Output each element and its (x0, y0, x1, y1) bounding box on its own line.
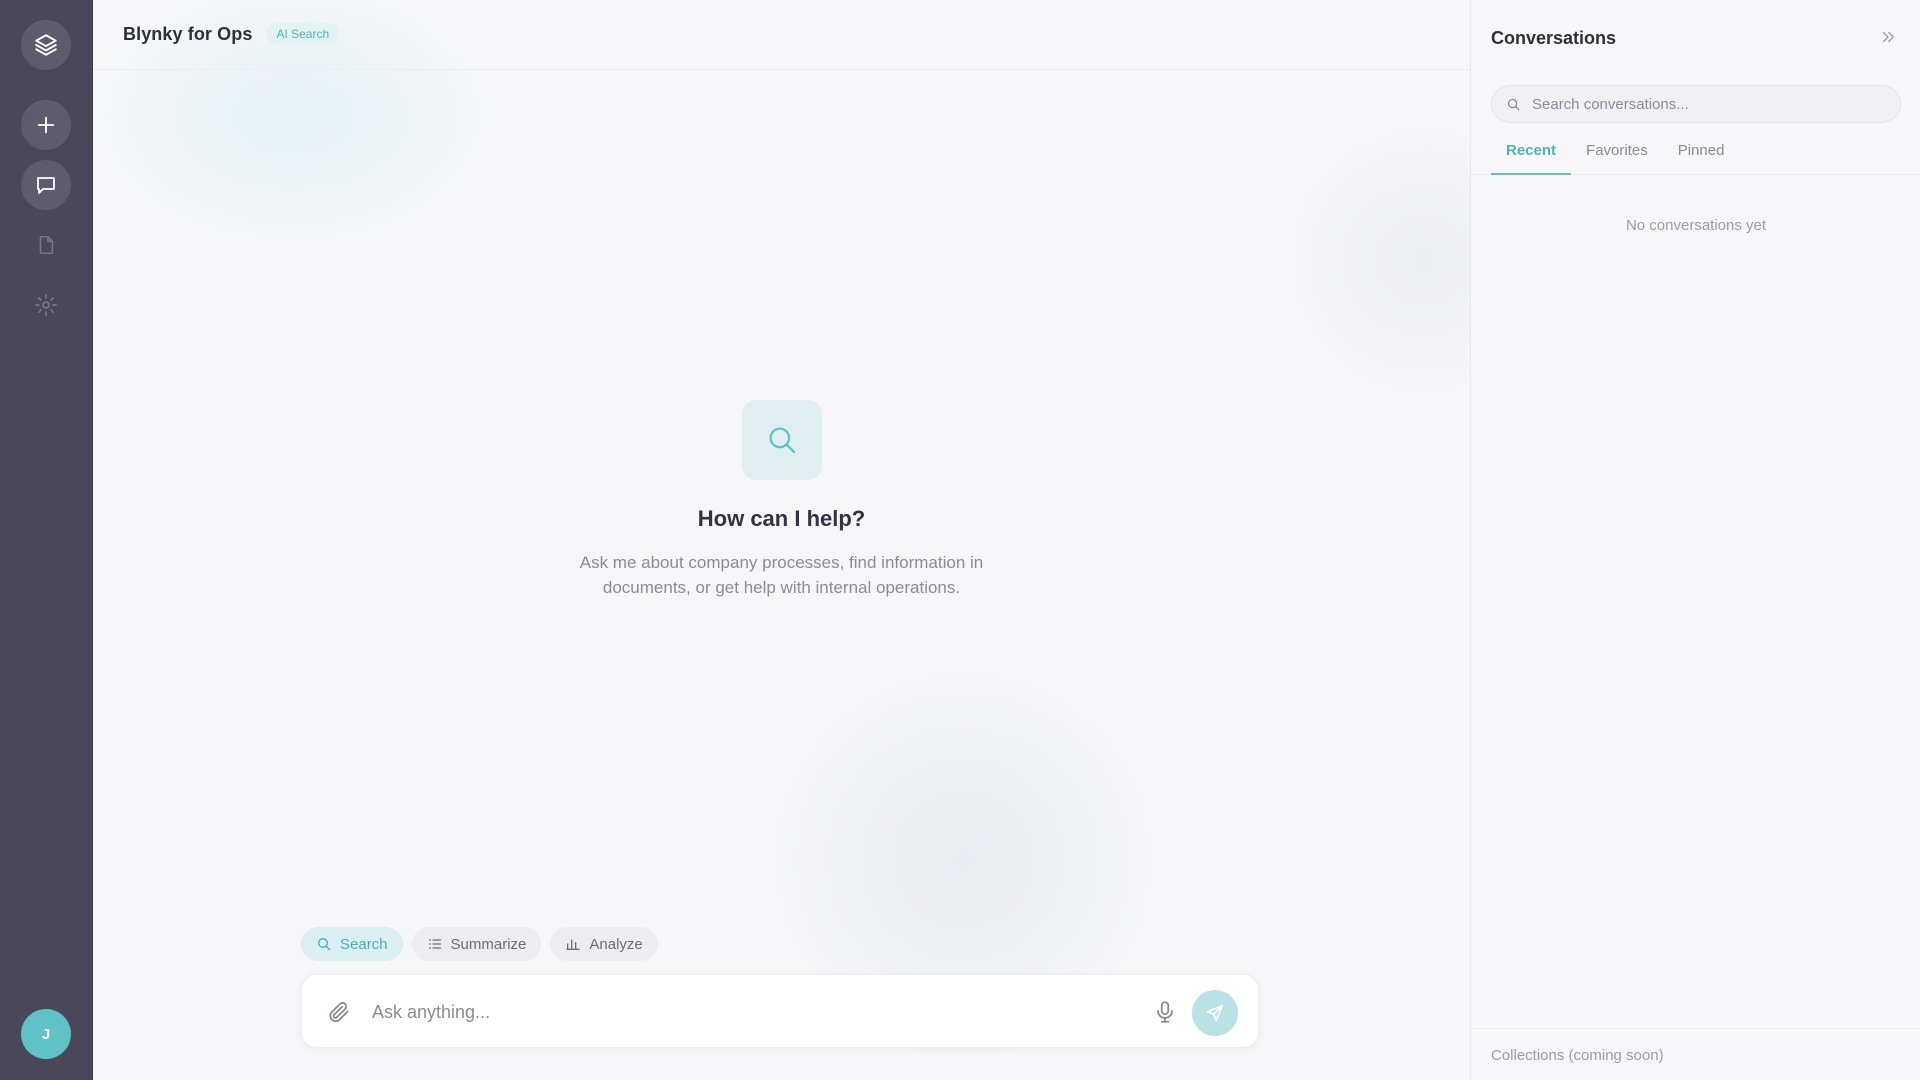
main-area: Blynky for Ops AI Search How can I help?… (93, 0, 1470, 1080)
top-bar: Blynky for Ops AI Search (93, 0, 1470, 70)
welcome-section: How can I help? Ask me about company pro… (93, 400, 1470, 600)
conversation-tabs: Recent Favorites Pinned (1471, 140, 1920, 175)
send-button[interactable] (1192, 990, 1238, 1036)
collections-label: Collections (coming soon) (1491, 1047, 1664, 1064)
conversation-search-input[interactable] (1532, 90, 1882, 118)
composer (301, 974, 1259, 1048)
chip-label: Analyze (589, 935, 643, 953)
tab-recent[interactable]: Recent (1491, 140, 1572, 175)
tab-favorites[interactable]: Favorites (1571, 140, 1663, 175)
chat-bubble-icon (37, 177, 55, 194)
chevrons-right-icon[interactable] (1879, 28, 1897, 46)
welcome-icon-tile (741, 400, 822, 480)
search-icon (318, 938, 331, 951)
search-mode-chip[interactable]: Search (301, 927, 403, 961)
chats-button[interactable] (21, 160, 71, 210)
list-icon (428, 939, 441, 949)
chip-label: Summarize (450, 935, 527, 953)
empty-state: No conversations yet (1625, 217, 1767, 234)
settings-button[interactable] (21, 280, 71, 330)
user-avatar[interactable]: J (21, 1009, 71, 1059)
plus-icon (37, 116, 55, 134)
search-icon (769, 427, 795, 454)
tab-pinned[interactable]: Pinned (1663, 140, 1740, 175)
tab-label: Favorites (1586, 142, 1648, 159)
welcome-subtitle: Ask me about company processes, find inf… (579, 553, 984, 597)
layers-icon (35, 34, 57, 56)
analyze-mode-chip[interactable]: Analyze (550, 927, 658, 961)
app-root: J Blynky for Ops AI Search How can I hel… (0, 0, 1920, 1080)
collections-footer: Collections (coming soon) (1471, 1028, 1920, 1080)
left-rail: J (0, 0, 93, 1080)
bar-chart-icon (566, 939, 581, 950)
document-icon (39, 235, 54, 255)
search-icon (1507, 98, 1520, 111)
chip-label: Search (340, 935, 388, 953)
ask-input[interactable] (372, 995, 1132, 1029)
welcome-title: How can I help? (697, 506, 866, 531)
panel-title: Conversations (1491, 28, 1617, 48)
tab-label: Pinned (1677, 142, 1725, 159)
paperclip-icon[interactable] (326, 999, 352, 1025)
ai-search-badge: AI Search (266, 22, 340, 45)
microphone-icon[interactable] (1152, 998, 1178, 1026)
documents-button[interactable] (21, 220, 71, 270)
summarize-mode-chip[interactable]: Summarize (411, 927, 542, 961)
mode-chips: Search Summarize Analyze (301, 927, 658, 961)
tab-label: Recent (1506, 142, 1557, 159)
send-icon (1206, 1004, 1224, 1022)
avatar-initial: J (41, 1025, 51, 1043)
sun-gear-icon (35, 294, 57, 316)
conversations-panel: Conversations Recent Favorites Pinned (1470, 0, 1920, 1080)
logo-button[interactable] (21, 20, 71, 70)
conversation-search (1491, 85, 1901, 123)
new-chat-button[interactable] (21, 100, 71, 150)
app-title: Blynky for Ops (123, 24, 253, 44)
